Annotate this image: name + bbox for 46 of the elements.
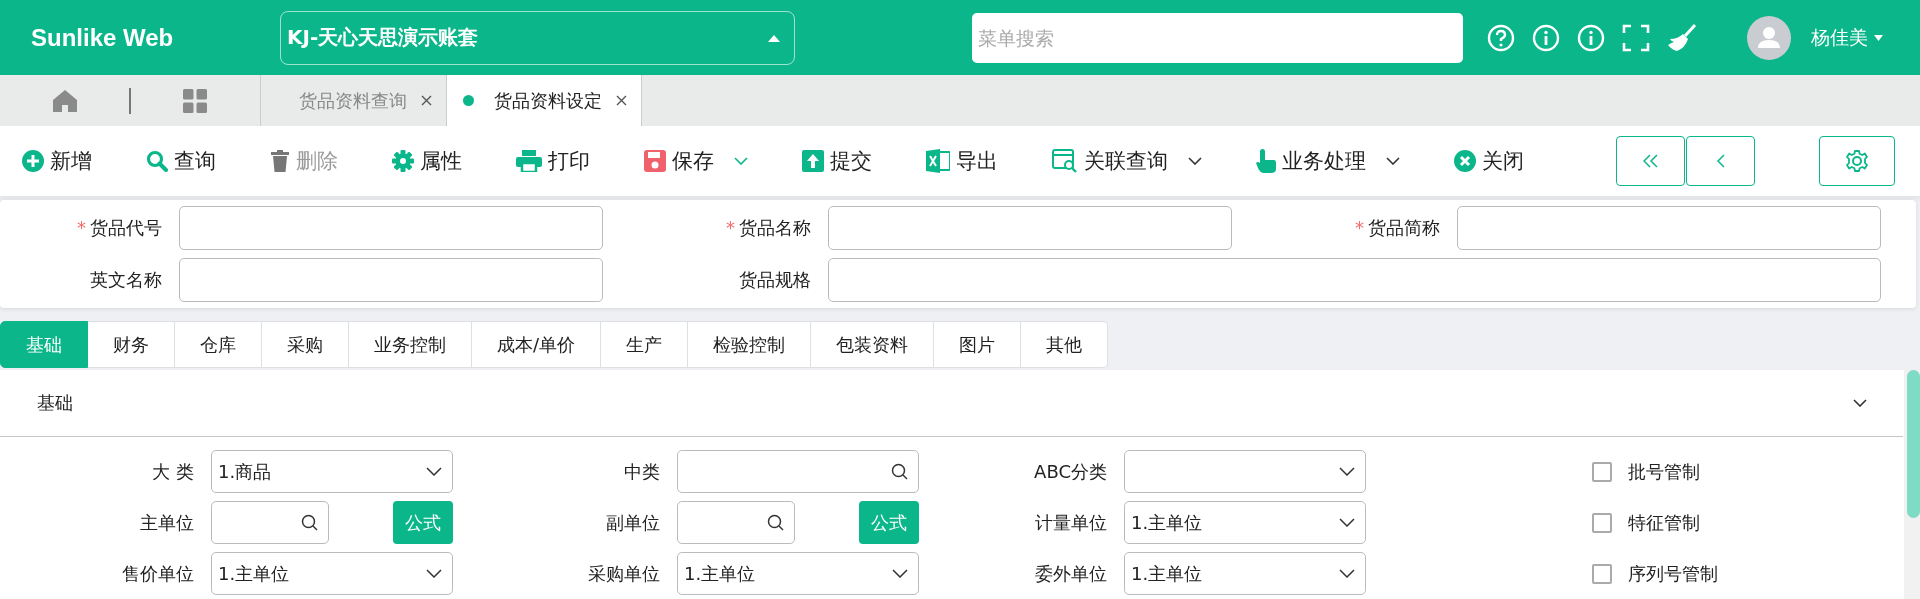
toolbar-button[interactable]: 关闭 (1454, 147, 1524, 175)
section-tab[interactable]: 其他 (1021, 321, 1109, 368)
toolbar-button[interactable]: 打印 (516, 147, 590, 175)
checkbox-label: 批号管制 (1628, 459, 1700, 484)
field-label: * 货品代号 (76, 216, 162, 240)
field-label: 大 类 (151, 459, 194, 484)
section-tab[interactable]: 成本/单价 (472, 321, 602, 368)
checkbox-label: 特征管制 (1628, 510, 1700, 535)
app-logo: Sunlike Web (31, 23, 175, 52)
select-field[interactable]: 1.主单位 (1124, 552, 1366, 595)
toolbar-button[interactable]: 业务处理 (1256, 147, 1400, 175)
toolbar-button[interactable]: 关联查询 (1052, 147, 1202, 175)
field-label: 采购单位 (587, 561, 660, 586)
section-tab[interactable]: 包装资料 (811, 321, 935, 368)
field-label: 中类 (623, 459, 660, 484)
page-tab[interactable]: 货品资料设定 (446, 75, 642, 126)
select-field[interactable]: 1.主单位 (1124, 501, 1366, 544)
section-tab[interactable]: 财务 (88, 321, 175, 368)
section-tab[interactable]: 业务控制 (349, 321, 472, 368)
section-tab[interactable]: 采购 (262, 321, 349, 368)
field-label: 计量单位 (1034, 510, 1107, 535)
field-label: 委外单位 (1034, 561, 1107, 586)
section-tab[interactable]: 检验控制 (688, 321, 812, 368)
select-field[interactable]: 1.商品 (211, 450, 453, 493)
toolbar-button[interactable]: 导出 (926, 147, 998, 175)
field-label: 副单位 (605, 510, 660, 535)
toolbar-button[interactable]: 保存 (644, 147, 748, 175)
select-field[interactable]: 1.主单位 (677, 552, 919, 595)
field-label: * 货品简称 (1354, 216, 1440, 240)
menu-search-field[interactable]: 菜单搜索 (972, 12, 1463, 63)
field-label: 货品规格 (738, 268, 811, 292)
section-tab[interactable]: 图片 (934, 321, 1022, 368)
section-header[interactable]: 基础 (0, 370, 1903, 437)
checkbox-label: 序列号管制 (1628, 561, 1718, 586)
toolbar-button[interactable]: 属性 (392, 147, 462, 175)
toolbar-button[interactable]: 查询 (146, 147, 216, 175)
toolbar-button[interactable]: 新增 (22, 147, 92, 175)
field-label: 英文名称 (89, 268, 162, 292)
section-tab[interactable]: 生产 (601, 321, 689, 368)
field-label: ABC分类 (1033, 459, 1107, 484)
field-label: * 货品名称 (725, 216, 811, 240)
field-label: 售价单位 (121, 561, 194, 586)
section-tab[interactable]: 仓库 (175, 321, 262, 368)
select-field[interactable]: 1.主单位 (211, 552, 453, 595)
field-label: 主单位 (139, 510, 194, 535)
toolbar-button[interactable]: 提交 (802, 147, 872, 175)
